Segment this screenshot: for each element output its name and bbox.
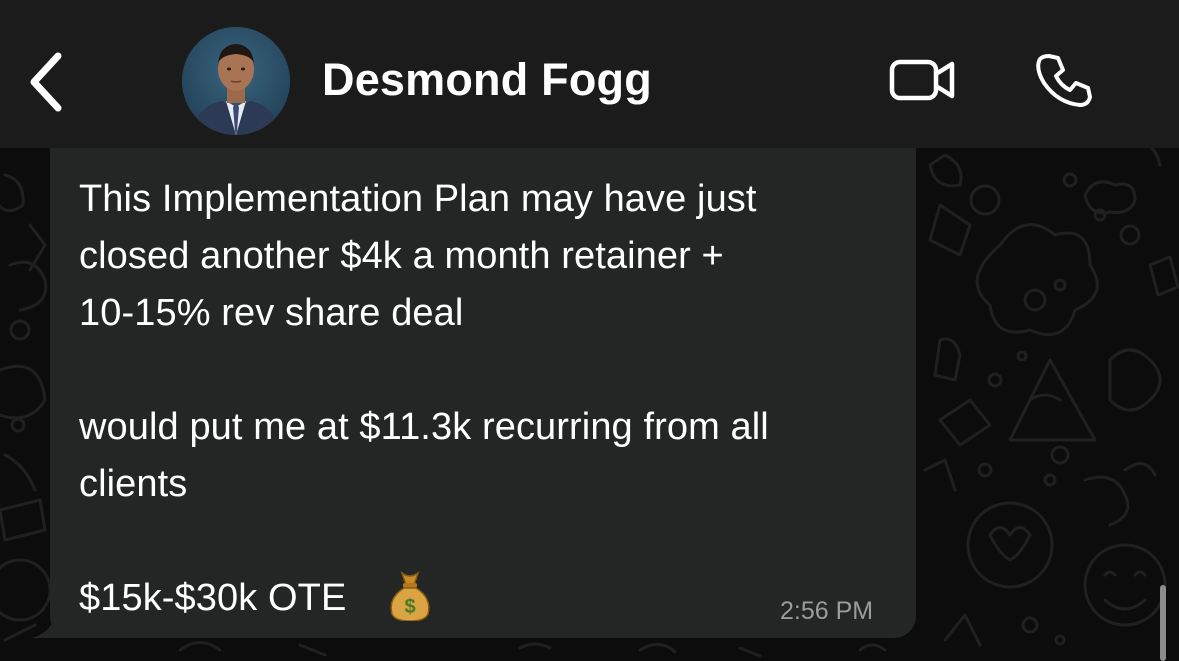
bubble-tail xyxy=(32,606,72,638)
svg-text:$: $ xyxy=(404,596,415,618)
money-bag-icon: $ xyxy=(390,570,430,621)
message-line: 10-15% rev share deal xyxy=(79,292,464,334)
chat-header: Desmond Fogg xyxy=(0,0,1179,148)
contact-photo xyxy=(182,27,290,135)
phone-icon xyxy=(1036,54,1092,107)
scrollbar[interactable] xyxy=(1160,585,1166,661)
back-button[interactable] xyxy=(18,48,74,116)
voice-call-button[interactable] xyxy=(1028,48,1100,112)
message-line: clients xyxy=(79,463,188,505)
message-line: would put me at $11.3k recurring from al… xyxy=(79,406,769,448)
video-camera-icon xyxy=(889,59,955,101)
message-line: closed another $4k a month retainer + xyxy=(79,235,724,277)
message-line: This Implementation Plan may have just xyxy=(79,178,757,220)
message-line: $15k-$30k OTE xyxy=(79,577,347,619)
chevron-left-icon xyxy=(30,52,62,112)
video-call-button[interactable] xyxy=(884,50,962,110)
chat-screen: This Implementation Plan may have just c… xyxy=(0,0,1179,661)
contact-name[interactable]: Desmond Fogg xyxy=(322,54,652,106)
avatar[interactable] xyxy=(182,27,290,135)
message-timestamp: 2:56 PM xyxy=(780,597,874,625)
